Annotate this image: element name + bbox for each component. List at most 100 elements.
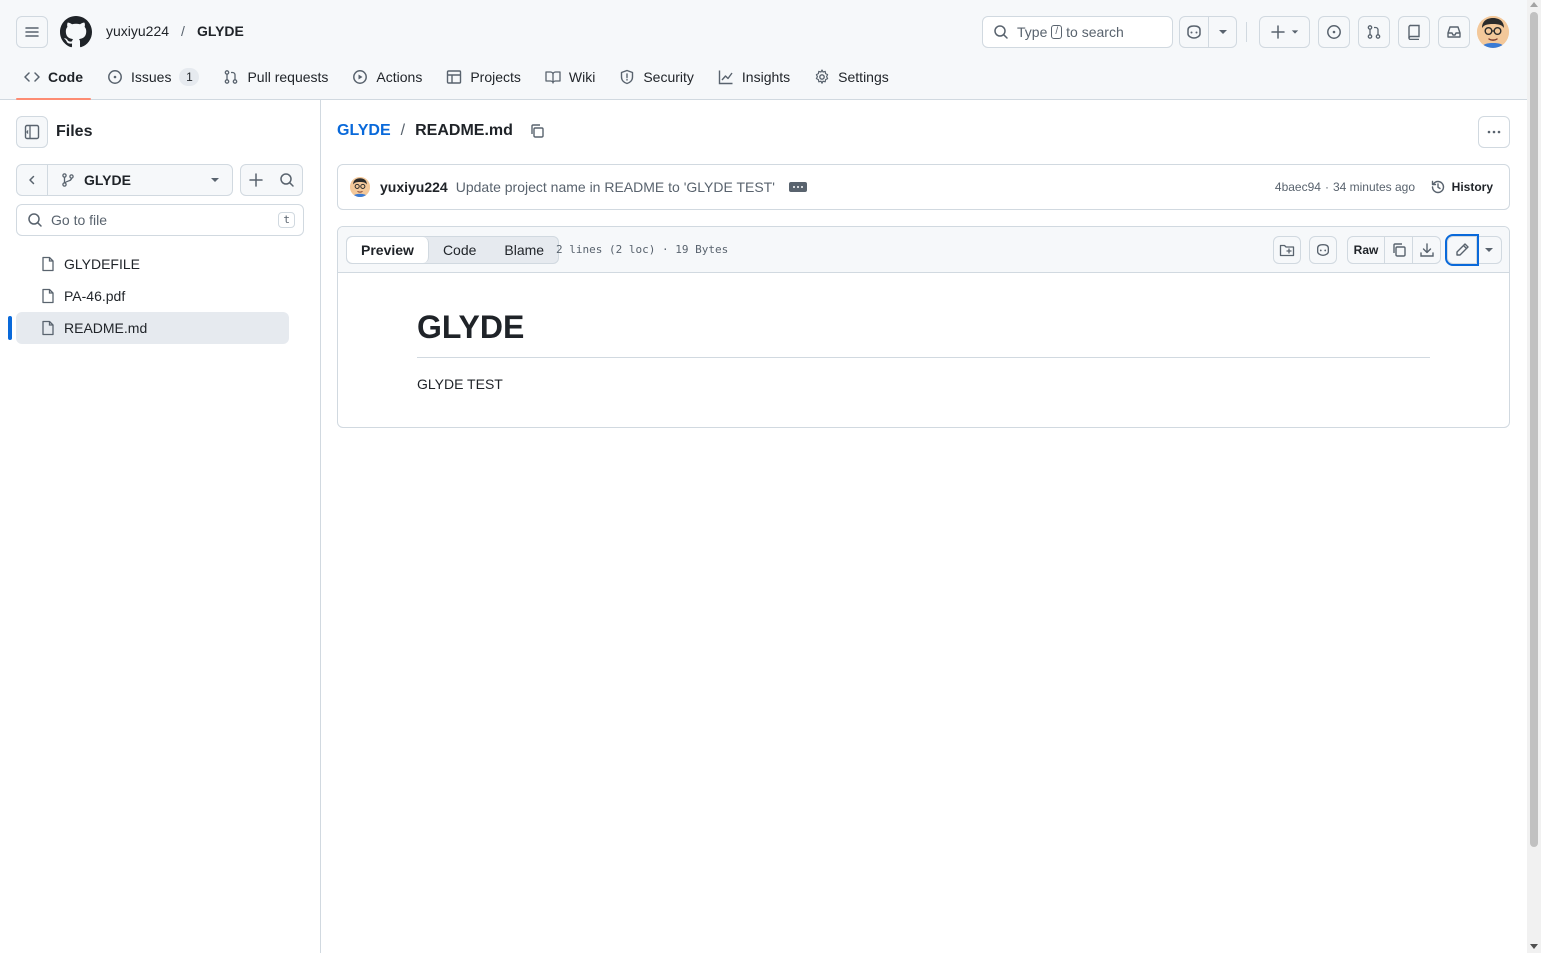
scrollbar-thumb[interactable] (1530, 12, 1538, 847)
markdown-preview: GLYDE GLYDE TEST (338, 273, 1509, 392)
create-new-button[interactable] (1259, 16, 1310, 48)
search-icon (28, 213, 42, 227)
breadcrumb: GLYDE / README.md (337, 122, 545, 140)
file-toolbar: Preview Code Blame 2 lines (2 loc) · 19 … (338, 227, 1509, 273)
commit-meta-dot: · (1324, 180, 1329, 194)
github-logo-icon[interactable] (60, 16, 92, 48)
blame-tab[interactable]: Blame (490, 237, 558, 263)
download-raw-button[interactable] (1413, 236, 1441, 264)
search-icon (279, 173, 294, 187)
tab-wiki[interactable]: Wiki (537, 60, 603, 94)
git-branch-icon (62, 173, 74, 187)
hamburger-menu-button[interactable] (16, 16, 48, 48)
raw-button[interactable]: Raw (1347, 236, 1385, 264)
commit-sha[interactable]: 4baec94 (1275, 180, 1321, 194)
inbox-button[interactable] (1438, 16, 1470, 48)
copy-icon (1392, 243, 1406, 257)
history-button[interactable]: History (1430, 179, 1493, 195)
repo-link[interactable]: GLYDE (197, 23, 244, 39)
scroll-down-arrow-icon[interactable] (1530, 944, 1538, 949)
go-to-file-input[interactable]: Go to file t (16, 204, 304, 236)
search-files-button[interactable] (271, 164, 303, 196)
edit-file-button[interactable] (1445, 234, 1479, 266)
files-heading: Files (56, 123, 93, 140)
copy-raw-button[interactable] (1385, 236, 1413, 264)
caret-down-icon (211, 178, 219, 182)
tab-projects[interactable]: Projects (438, 60, 529, 94)
breadcrumb-repo-link[interactable]: GLYDE (337, 122, 391, 140)
tab-actions[interactable]: Actions (344, 60, 430, 94)
copilot-icon (1317, 243, 1329, 257)
page-scrollbar[interactable] (1527, 0, 1541, 953)
table-icon (447, 70, 462, 84)
edit-options-dropdown-button[interactable] (1477, 236, 1502, 264)
graph-icon (718, 70, 733, 85)
tab-wiki-label: Wiki (568, 69, 596, 85)
copilot-ask-button[interactable] (1309, 236, 1337, 264)
symbols-panel-button[interactable] (1273, 236, 1301, 264)
search-input[interactable]: Type / to search (982, 16, 1173, 48)
go-to-file-placeholder: Go to file (51, 212, 108, 228)
more-options-button[interactable] (1478, 116, 1510, 148)
tree-item-pa-46-pdf[interactable]: PA-46.pdf (16, 280, 289, 312)
owner-link[interactable]: yuxiyu224 (106, 23, 169, 39)
tab-security[interactable]: Security (611, 60, 702, 94)
tab-issues[interactable]: Issues 1 (99, 60, 207, 94)
preview-tab[interactable]: Preview (347, 237, 429, 263)
commit-time: 34 minutes ago (1332, 180, 1415, 194)
plus-icon (1270, 25, 1285, 39)
latest-commit-box: yuxiyu224 Update project name in README … (337, 164, 1510, 210)
commit-author-avatar[interactable] (350, 177, 370, 197)
readme-paragraph: GLYDE TEST (417, 376, 503, 392)
expand-commit-message-button[interactable] (788, 182, 807, 192)
issues-counter: 1 (179, 68, 200, 86)
repo-icon (1408, 24, 1420, 40)
code-icon (24, 72, 40, 82)
go-to-file-shortcut: t (278, 212, 295, 228)
copy-path-button[interactable] (529, 123, 545, 139)
code-view-tab[interactable]: Code (429, 237, 490, 263)
tree-item-readme-md[interactable]: README.md (8, 312, 289, 344)
copilot-icon (1187, 25, 1201, 39)
pull-request-icon (225, 70, 238, 84)
issues-header-button[interactable] (1318, 16, 1350, 48)
context-separator: / (181, 23, 185, 39)
copilot-dropdown-button[interactable] (1209, 16, 1237, 48)
chevron-left-icon (29, 175, 35, 185)
tab-settings[interactable]: Settings (806, 60, 897, 94)
play-icon (353, 70, 368, 84)
pull-requests-header-button[interactable] (1358, 16, 1390, 48)
kebab-horizontal-icon (1487, 130, 1501, 134)
tab-projects-label: Projects (470, 69, 521, 85)
caret-down-icon (1485, 248, 1493, 252)
file-tree-sidebar: Files GLYDE Go to file t GLYDEFILE PA-46… (0, 100, 321, 953)
commit-message[interactable]: Update project name in README to 'GLYDE … (456, 179, 775, 195)
tab-insights[interactable]: Insights (710, 60, 798, 94)
file-directory-symlink-icon (1279, 244, 1295, 257)
collapse-sidebar-button[interactable] (16, 116, 48, 148)
back-button[interactable] (17, 165, 48, 195)
tab-code-label: Code (48, 69, 83, 85)
branch-dropdown[interactable]: GLYDE (48, 172, 232, 188)
tree-item-glydefile[interactable]: GLYDEFILE (16, 248, 289, 280)
copilot-button[interactable] (1179, 16, 1209, 48)
plus-icon (249, 173, 263, 187)
tab-pull-requests[interactable]: Pull requests (215, 60, 336, 94)
file-info: 2 lines (2 loc) · 19 Bytes (556, 243, 729, 256)
repositories-header-button[interactable] (1398, 16, 1430, 48)
add-file-button[interactable] (240, 164, 272, 196)
copy-icon (531, 124, 544, 138)
search-icon (994, 25, 1008, 39)
tab-code[interactable]: Code (16, 60, 91, 100)
gear-icon (815, 69, 829, 84)
caret-down-icon (1291, 30, 1298, 34)
tab-issues-label: Issues (131, 69, 172, 85)
search-prefix: Type (1017, 24, 1048, 40)
scroll-up-arrow-icon[interactable] (1530, 2, 1538, 7)
commit-meta: 4baec94 · 34 minutes ago (1275, 180, 1415, 194)
commit-author[interactable]: yuxiyu224 (380, 179, 448, 195)
issue-icon (108, 70, 122, 84)
user-avatar[interactable] (1477, 16, 1509, 48)
hamburger-icon (25, 27, 39, 37)
tab-insights-label: Insights (741, 69, 791, 85)
